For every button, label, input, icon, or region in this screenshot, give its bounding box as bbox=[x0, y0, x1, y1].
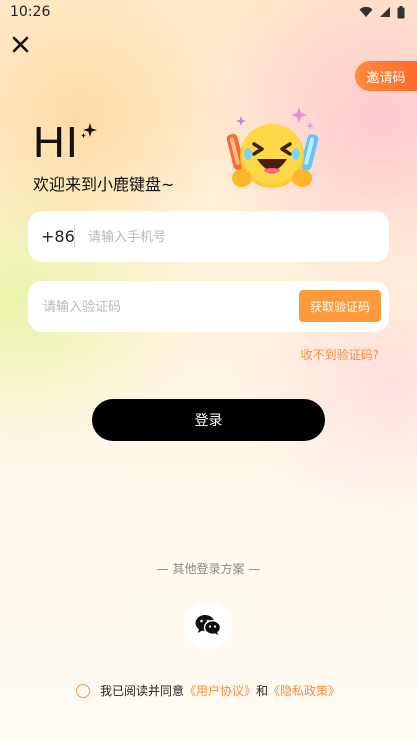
agreement-row: 我已阅读并同意 《用户协议》 和 《隐私政策》 bbox=[76, 682, 340, 699]
agreement-checkbox[interactable] bbox=[76, 683, 90, 698]
status-bar: 10:26 bbox=[0, 0, 417, 24]
verification-code-input[interactable] bbox=[41, 281, 295, 334]
user-agreement-link[interactable]: 《用户协议》 bbox=[184, 682, 256, 699]
signal-icon bbox=[380, 7, 390, 17]
phone-input[interactable] bbox=[86, 211, 380, 264]
wechat-icon bbox=[195, 615, 221, 635]
phone-input-card: +86 bbox=[28, 211, 389, 264]
sparkle-icon bbox=[81, 123, 97, 139]
get-code-button[interactable]: 获取验证码 bbox=[299, 290, 381, 322]
login-button[interactable]: 登录 bbox=[92, 399, 325, 441]
other-login-label: — 其他登录方案 — bbox=[156, 562, 261, 576]
invite-code-label: 邀请码 bbox=[366, 70, 406, 86]
welcome-subtitle: 欢迎来到小鹿键盘~ bbox=[33, 175, 175, 194]
wechat-login-button[interactable] bbox=[184, 601, 232, 649]
status-icons bbox=[359, 5, 405, 19]
divider bbox=[74, 225, 75, 247]
privacy-policy-link[interactable]: 《隐私政策》 bbox=[268, 682, 340, 699]
battery-icon bbox=[397, 5, 405, 18]
verification-code-card: 获取验证码 bbox=[28, 281, 389, 334]
wifi-icon bbox=[359, 6, 373, 17]
get-code-label: 获取验证码 bbox=[309, 299, 370, 314]
agreement-prefix: 我已阅读并同意 bbox=[100, 684, 185, 698]
no-code-link[interactable]: 收不到验证码? bbox=[301, 346, 379, 363]
invite-code-button[interactable]: 邀请码 bbox=[355, 61, 417, 91]
hero-title: HI bbox=[33, 118, 79, 167]
country-code-selector[interactable]: +86 bbox=[41, 211, 75, 262]
close-icon bbox=[12, 36, 29, 53]
status-time: 10:26 bbox=[10, 4, 51, 20]
laughing-mascot-icon bbox=[226, 107, 319, 188]
close-button[interactable] bbox=[10, 34, 32, 56]
login-label: 登录 bbox=[194, 413, 223, 429]
agreement-and: 和 bbox=[256, 684, 269, 698]
